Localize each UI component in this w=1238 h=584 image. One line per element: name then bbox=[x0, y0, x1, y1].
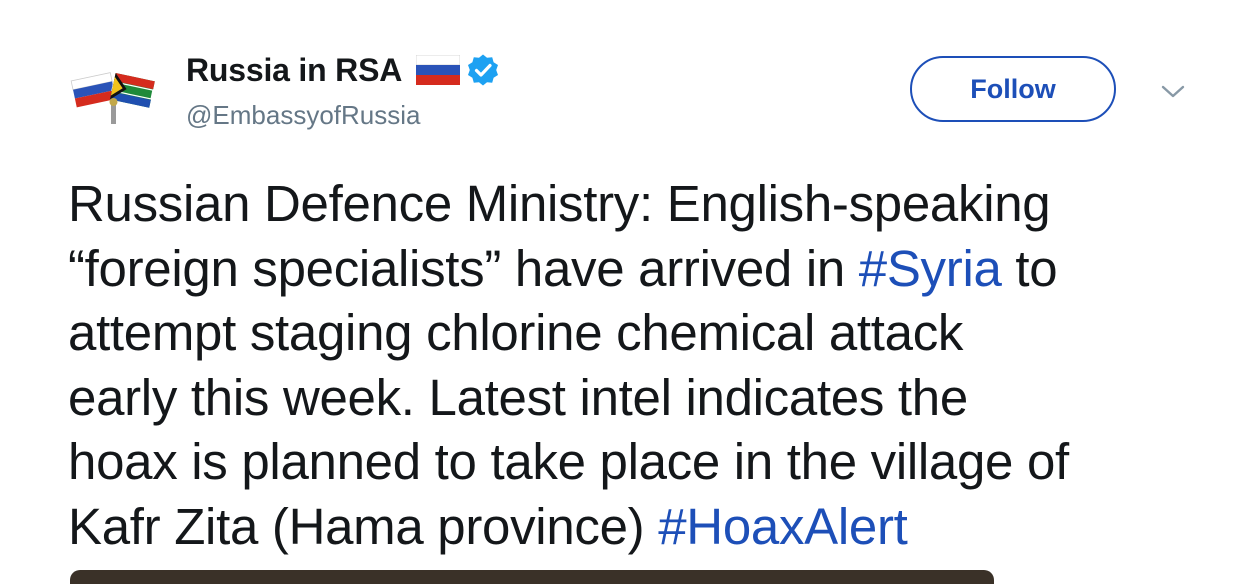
account-handle[interactable]: @EmbassyofRussia bbox=[186, 100, 420, 131]
crossed-flags-pin-icon bbox=[70, 72, 155, 124]
chevron-down-icon[interactable] bbox=[1158, 78, 1188, 104]
hashtag-syria-link[interactable]: #Syria bbox=[859, 240, 1002, 297]
follow-button[interactable]: Follow bbox=[910, 56, 1116, 122]
russia-flag-icon bbox=[416, 55, 461, 85]
tweet-text-segment: Kafr Zita (Hama province) bbox=[68, 497, 659, 555]
tweet-text: Russian Defence Ministry: English-speaki… bbox=[68, 172, 1218, 559]
verified-badge-icon bbox=[468, 54, 499, 86]
tweet-line: Russian Defence Ministry: English-speaki… bbox=[68, 175, 1051, 232]
tweet-line: hoax is planned to take place in the vil… bbox=[68, 433, 1069, 490]
tweet-line: early this week. Latest intel indicates … bbox=[68, 368, 968, 426]
avatar[interactable] bbox=[66, 52, 162, 148]
tweet-line: attempt staging chlorine chemical attack bbox=[68, 304, 964, 361]
tweet-line: Kafr Zita (Hama province) #HoaxAlert bbox=[68, 495, 1218, 560]
account-name-row: Russia in RSA bbox=[186, 50, 500, 90]
display-name[interactable]: Russia in RSA bbox=[186, 52, 402, 89]
tweet-text-segment: to bbox=[1001, 239, 1058, 297]
tweet-line: “foreign specialists” have arrived in #S… bbox=[68, 237, 1218, 302]
tweet-text-segment: “foreign specialists” have arrived in bbox=[68, 239, 859, 297]
hashtag-hoaxalert-link[interactable]: #HoaxAlert bbox=[658, 498, 908, 555]
tweet-media-preview[interactable] bbox=[70, 570, 994, 584]
